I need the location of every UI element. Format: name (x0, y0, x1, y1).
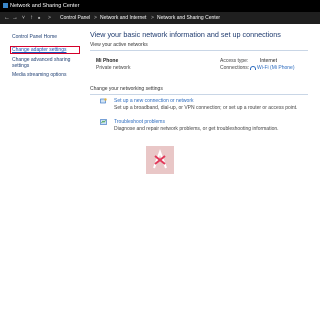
page-title: View your basic network information and … (90, 30, 281, 39)
up-arrow-icon[interactable]: ↑ (30, 12, 33, 24)
new-connection-icon (100, 98, 107, 104)
media-streaming-link[interactable]: Media streaming options (12, 72, 78, 78)
crumb-separator: > (48, 15, 51, 21)
setup-connection-link[interactable]: Set up a new connection or network (114, 98, 194, 104)
title-bar: Network and Sharing Center (0, 0, 320, 12)
control-panel-home-link[interactable]: Control Panel Home (12, 34, 78, 40)
crumb-network-internet[interactable]: Network and Internet (100, 12, 146, 24)
divider (90, 94, 308, 95)
back-arrow-icon[interactable]: ← (4, 12, 10, 24)
troubleshoot-link[interactable]: Troubleshoot problems (114, 119, 165, 125)
wifi-connection-label: Wi-Fi (Mi Phone) (257, 65, 295, 71)
forward-arrow-icon[interactable]: → (12, 12, 18, 24)
crumb-network-sharing[interactable]: Network and Sharing Center (157, 12, 220, 24)
crumb-separator: > (151, 15, 154, 21)
window-title: Network and Sharing Center (10, 3, 80, 9)
wifi-connection-link[interactable]: Wi-Fi (Mi Phone) (250, 65, 295, 71)
setup-connection-desc: Set up a broadband, dial-up, or VPN conn… (114, 105, 298, 111)
network-center-icon (3, 3, 8, 8)
active-networks-title: View your active networks (90, 42, 148, 48)
wifi-icon (250, 65, 256, 70)
divider (90, 50, 308, 51)
address-bar: ← → ˅ ↑ ■ > Control Panel > Network and … (0, 12, 320, 24)
change-adapter-settings-link[interactable]: Change adapter settings (10, 46, 80, 54)
network-name: Mi Phone (96, 58, 119, 64)
left-pane: Control Panel Home Change adapter settin… (0, 24, 85, 144)
watermark-logo (146, 146, 174, 174)
network-type: Private network (96, 65, 131, 71)
connections-label: Connections: (220, 65, 250, 71)
crumb-control-panel[interactable]: Control Panel (60, 12, 90, 24)
access-type-value: Internet (260, 58, 277, 64)
dropdown-chevron-icon[interactable]: ˅ (22, 12, 25, 24)
troubleshoot-icon (100, 119, 107, 125)
change-settings-title: Change your networking settings (90, 86, 163, 92)
access-type-label: Access type: (220, 58, 249, 64)
address-icon: ■ (38, 15, 41, 20)
troubleshoot-desc: Diagnose and repair network problems, or… (114, 126, 279, 132)
crumb-separator: > (94, 15, 97, 21)
change-advanced-sharing-link[interactable]: Change advanced sharing settings (12, 57, 78, 69)
